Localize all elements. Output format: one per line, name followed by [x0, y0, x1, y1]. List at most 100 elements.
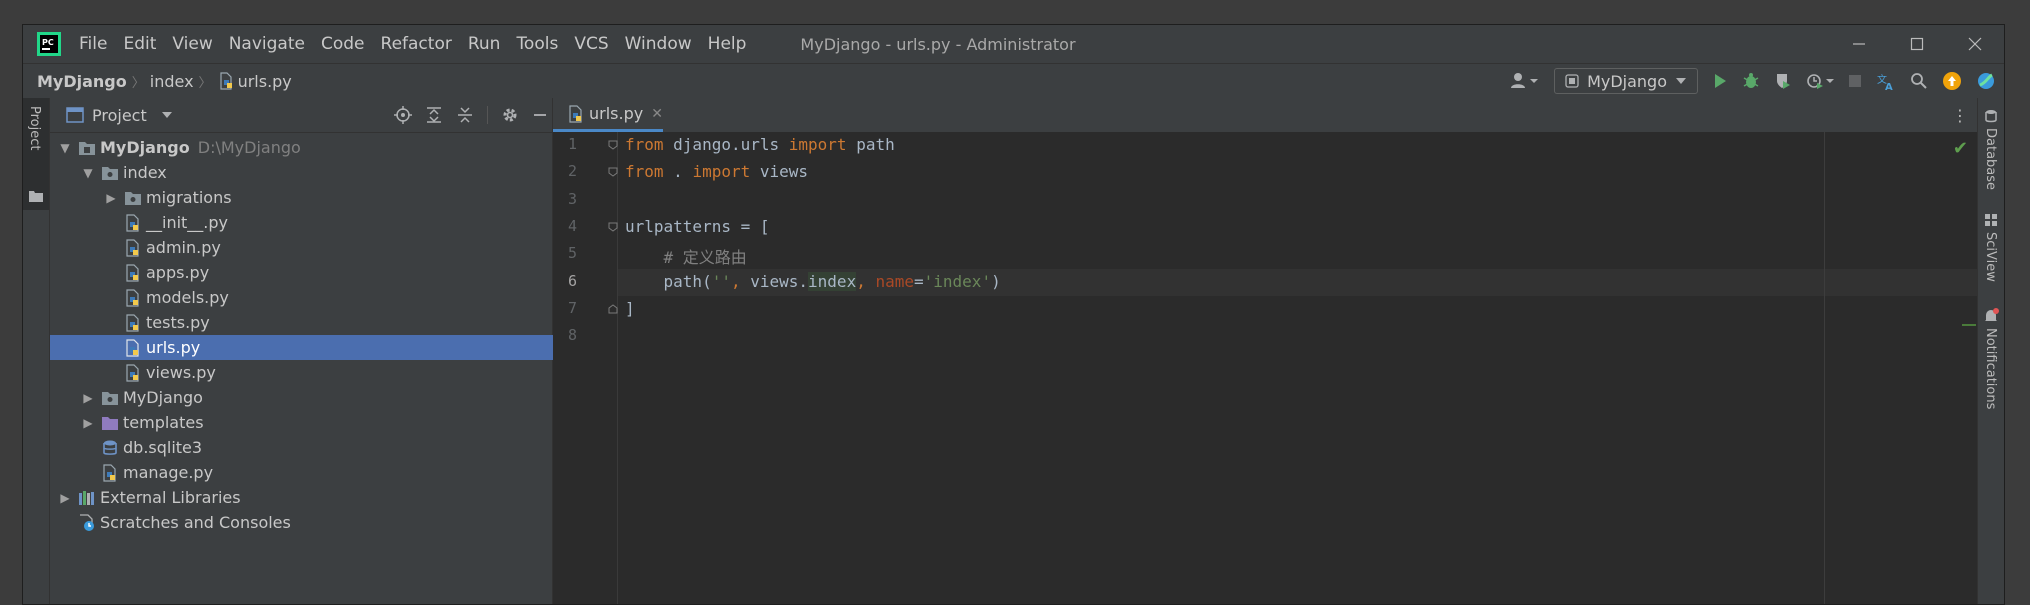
minimize-button[interactable] [1830, 25, 1888, 63]
chevron-right-icon[interactable]: ▶ [81, 391, 95, 405]
menu-view[interactable]: View [172, 34, 212, 54]
tree-item-file[interactable]: models.py [50, 285, 606, 310]
menu-window[interactable]: Window [625, 34, 692, 54]
collapse-all-icon[interactable] [456, 106, 474, 124]
chevron-down-icon[interactable]: ▼ [58, 141, 72, 155]
menu-edit[interactable]: Edit [123, 34, 156, 54]
notifications-tool-tab[interactable]: Notifications [1978, 306, 2004, 416]
locate-file-icon[interactable] [394, 106, 412, 124]
change-marker [1962, 324, 1976, 326]
fold-marker-icon[interactable] [608, 140, 618, 150]
fold-marker-icon[interactable] [608, 304, 618, 314]
project-panel-title[interactable]: Project [92, 106, 147, 125]
project-panel-header: Project [50, 98, 552, 133]
notifications-tab-label: Notifications [1983, 328, 1998, 410]
editor-tab-active[interactable]: urls.py ✕ [553, 98, 663, 132]
gear-icon[interactable] [501, 106, 519, 124]
tree-item-file[interactable]: apps.py [50, 260, 606, 285]
line-number-gutter: 1 2 3 4 5 6 7 8 [553, 132, 618, 604]
maximize-button[interactable] [1888, 25, 1946, 63]
code-editor[interactable]: 1 2 3 4 5 6 7 8 from django.urls import … [553, 132, 1978, 604]
left-tool-stripe: Project [23, 98, 50, 604]
tree-item-label: admin.py [146, 238, 221, 257]
chevron-down-icon[interactable] [161, 111, 173, 119]
tree-item-file[interactable]: __init__.py [50, 210, 606, 235]
tree-item-label: urls.py [146, 338, 201, 357]
menu-code[interactable]: Code [321, 34, 365, 54]
tree-item-scratches[interactable]: Scratches and Consoles [50, 510, 560, 535]
run-with-coverage-icon[interactable] [1774, 72, 1792, 90]
tree-item-file[interactable]: db.sqlite3 [50, 435, 583, 460]
run-icon[interactable] [1712, 73, 1728, 89]
menu-navigate[interactable]: Navigate [229, 34, 305, 54]
python-file-icon [569, 104, 582, 123]
user-account-icon[interactable] [1510, 72, 1540, 90]
python-file-icon [126, 238, 139, 257]
updates-icon[interactable] [1942, 71, 1962, 91]
tree-item-folder-migrations[interactable]: ▶ migrations [50, 185, 606, 210]
debug-icon[interactable] [1742, 72, 1760, 90]
run-configuration-selector[interactable]: MyDjango [1554, 68, 1698, 94]
menu-file[interactable]: File [79, 34, 107, 54]
menu-refactor[interactable]: Refactor [381, 34, 452, 54]
tree-item-label: MyDjango [123, 388, 203, 407]
breadcrumb-separator-icon: 〉 [198, 75, 212, 91]
database-file-icon [103, 440, 117, 455]
line-number: 2 [567, 162, 577, 180]
more-options-icon[interactable]: ⋮ [1952, 106, 1968, 125]
tree-item-label: manage.py [123, 463, 214, 482]
tree-item-folder-index[interactable]: ▼ index [50, 160, 583, 185]
search-icon[interactable] [1910, 72, 1928, 90]
menu-tools[interactable]: Tools [516, 34, 558, 54]
code-with-me-icon[interactable] [1976, 71, 1996, 91]
menu-run[interactable]: Run [468, 34, 501, 54]
breadcrumb-file[interactable]: urls.py [238, 72, 292, 91]
tree-item-file[interactable]: admin.py [50, 235, 606, 260]
editor-tab-label: urls.py [589, 104, 644, 123]
database-tool-tab[interactable]: Database [1978, 106, 2004, 194]
tree-item-label: views.py [146, 363, 216, 382]
templates-folder-icon [102, 416, 118, 430]
stop-icon[interactable] [1848, 74, 1862, 88]
package-folder-icon [125, 191, 141, 205]
pycharm-logo-icon: PC [37, 32, 61, 56]
tree-item-folder-templates[interactable]: ▶ templates [50, 410, 583, 435]
hide-panel-icon[interactable] [532, 107, 548, 123]
chevron-right-icon[interactable]: ▶ [81, 416, 95, 430]
line-number: 4 [567, 217, 577, 235]
close-window-button[interactable] [1946, 25, 2004, 63]
chevron-right-icon[interactable]: ▶ [104, 191, 118, 205]
tree-item-folder-mydjango[interactable]: ▶ MyDjango [50, 385, 583, 410]
code-line-1: from django.urls import path [625, 135, 895, 154]
tree-item-external-libraries[interactable]: ▶ External Libraries [50, 485, 560, 510]
translate-icon[interactable]: 文A [1876, 71, 1896, 91]
minimize-icon [1853, 43, 1865, 45]
chevron-down-icon [1676, 78, 1686, 84]
database-icon [1985, 110, 1997, 123]
project-tool-window-tab[interactable]: Project [23, 98, 49, 210]
chevron-down-icon[interactable]: ▼ [81, 166, 95, 180]
menu-help[interactable]: Help [708, 34, 747, 54]
menu-vcs[interactable]: VCS [574, 34, 608, 54]
tree-item-project-root[interactable]: ▼ MyDjango D:\MyDjango [50, 135, 560, 160]
project-view-icon [66, 107, 84, 123]
breadcrumb-folder[interactable]: index [150, 72, 194, 91]
tree-item-file[interactable]: manage.py [50, 460, 583, 485]
breadcrumb-project[interactable]: MyDjango [37, 72, 127, 91]
sciview-tool-tab[interactable]: SciView [1978, 210, 2004, 290]
close-tab-icon[interactable]: ✕ [651, 106, 663, 122]
fold-marker-icon[interactable] [608, 222, 618, 232]
tree-item-file-selected[interactable]: urls.py [50, 335, 606, 360]
code-line-6: path('', views.index, name='index') [625, 272, 1001, 291]
code-line-2: from . import views [625, 162, 809, 181]
expand-all-icon[interactable] [425, 106, 443, 124]
code-line-5-comment: # 定义路由 [625, 248, 747, 267]
run-config-label: MyDjango [1587, 71, 1667, 91]
profile-icon[interactable] [1806, 72, 1834, 90]
chevron-right-icon[interactable]: ▶ [58, 491, 72, 505]
tree-item-file[interactable]: views.py [50, 360, 606, 385]
tree-item-label: Scratches and Consoles [100, 513, 291, 532]
inspection-ok-checkmark-icon[interactable]: ✔ [1953, 138, 1968, 159]
fold-marker-icon[interactable] [608, 167, 618, 177]
tree-item-file[interactable]: tests.py [50, 310, 606, 335]
